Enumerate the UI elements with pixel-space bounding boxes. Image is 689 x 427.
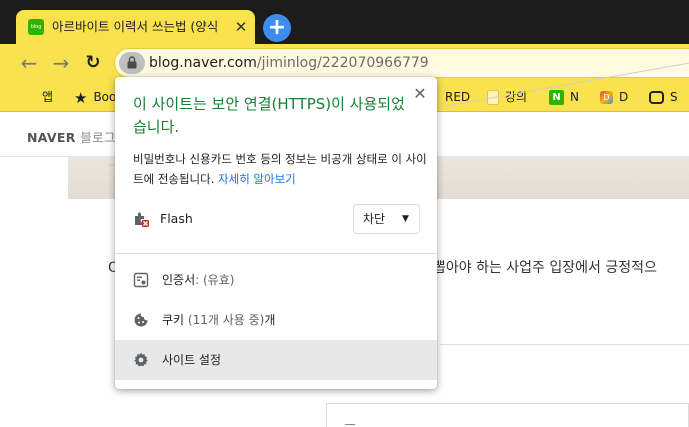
- naver-icon: N: [549, 90, 564, 105]
- bookmark-label: 앱: [42, 90, 54, 104]
- site-settings-menu-item[interactable]: 사이트 설정: [115, 340, 437, 380]
- address-bar[interactable]: blog.naver.com/jiminlog/222070966779: [114, 48, 689, 78]
- certificate-menu-item[interactable]: 인증서: (유효): [115, 260, 437, 300]
- browser-tab[interactable]: blog 아르바이트 이력서 쓰는법 (양식 ✕: [16, 10, 255, 44]
- card-dash: [345, 424, 355, 425]
- certificate-status: : (유효): [195, 273, 235, 287]
- lock-icon: [127, 56, 137, 69]
- learn-more-link[interactable]: 자세히 알아보기: [218, 172, 296, 186]
- url-host: blog.naver.com: [149, 55, 257, 71]
- content-card: [326, 403, 689, 427]
- popup-divider: [115, 253, 437, 254]
- content-divider: [440, 344, 689, 345]
- bookmark-apps[interactable]: 앱: [22, 82, 53, 112]
- certificate-label: 인증서: (유효): [162, 272, 234, 288]
- connection-description: 비밀번호나 신용카드 번호 등의 정보는 비공개 상태로 이 사이트에 전송됩니…: [133, 149, 429, 189]
- naver-blog-logo[interactable]: NAVER 블로그: [27, 127, 116, 146]
- d-app-icon: D: [600, 91, 613, 104]
- flash-select-value: 차단: [363, 212, 386, 226]
- bookmark-d[interactable]: DD: [600, 82, 628, 112]
- star-icon: ★: [74, 88, 88, 107]
- bookmark-bookmarks[interactable]: ★ Boo: [74, 82, 116, 112]
- menu-label-text: 인증서: [162, 273, 196, 287]
- connection-secure-title: 이 사이트는 보안 연결(HTTPS)이 사용되었습니다.: [133, 95, 405, 136]
- cookies-suffix: 개: [264, 313, 276, 327]
- tab-title: 아르바이트 이력서 쓰는법 (양식: [52, 19, 219, 34]
- flash-label: Flash: [160, 211, 193, 226]
- cookies-menu-item[interactable]: 쿠키 (11개 사용 중)개: [115, 300, 437, 340]
- bookmark-s[interactable]: S: [649, 82, 678, 112]
- cookie-icon: [134, 313, 148, 327]
- bookmark-label: D: [619, 90, 629, 104]
- new-tab-button[interactable]: +: [263, 14, 291, 42]
- url-path: /jiminlog/222070966779: [256, 55, 429, 71]
- tab-strip: blog 아르바이트 이력서 쓰는법 (양식 ✕ +: [0, 0, 689, 44]
- close-icon[interactable]: ✕: [411, 85, 429, 103]
- reload-button[interactable]: ↻: [81, 51, 105, 75]
- gear-icon: [134, 352, 148, 367]
- bookmark-label: N: [570, 90, 579, 104]
- bookmark-label: Boo: [93, 90, 117, 104]
- tab-close-icon[interactable]: ✕: [232, 18, 250, 36]
- flash-permission-select[interactable]: 차단 ▼: [353, 204, 420, 234]
- site-info-popup: 이 사이트는 보안 연결(HTTPS)이 사용되었습니다. ✕ 비밀번호나 신용…: [115, 77, 437, 389]
- logo-naver: NAVER: [27, 130, 76, 145]
- certificate-icon: [133, 272, 149, 288]
- bookmark-label: S: [670, 90, 678, 104]
- chat-icon: [649, 91, 664, 104]
- cookies-label: 쿠키 (11개 사용 중)개: [162, 312, 275, 328]
- site-settings-label: 사이트 설정: [162, 353, 222, 367]
- post-text-line: 뽑아야 하는 사업주 입장에서 긍정적으: [433, 260, 657, 276]
- blog-favicon-icon: blog: [28, 19, 44, 35]
- back-button[interactable]: ←: [17, 51, 41, 75]
- apps-grid-icon: [22, 91, 36, 105]
- plugin-blocked-icon: [135, 212, 149, 227]
- menu-label-text: 쿠키: [162, 313, 185, 327]
- chevron-down-icon: ▼: [402, 214, 409, 224]
- site-info-button[interactable]: [119, 52, 145, 74]
- bookmark-red[interactable]: RED: [445, 82, 470, 112]
- flash-permission-row: Flash 차단 ▼: [115, 201, 437, 237]
- logo-blog: 블로그: [80, 130, 116, 145]
- forward-button[interactable]: →: [49, 51, 73, 75]
- url-text: blog.naver.com/jiminlog/222070966779: [149, 55, 429, 72]
- cookies-count: (11개 사용 중): [184, 313, 265, 327]
